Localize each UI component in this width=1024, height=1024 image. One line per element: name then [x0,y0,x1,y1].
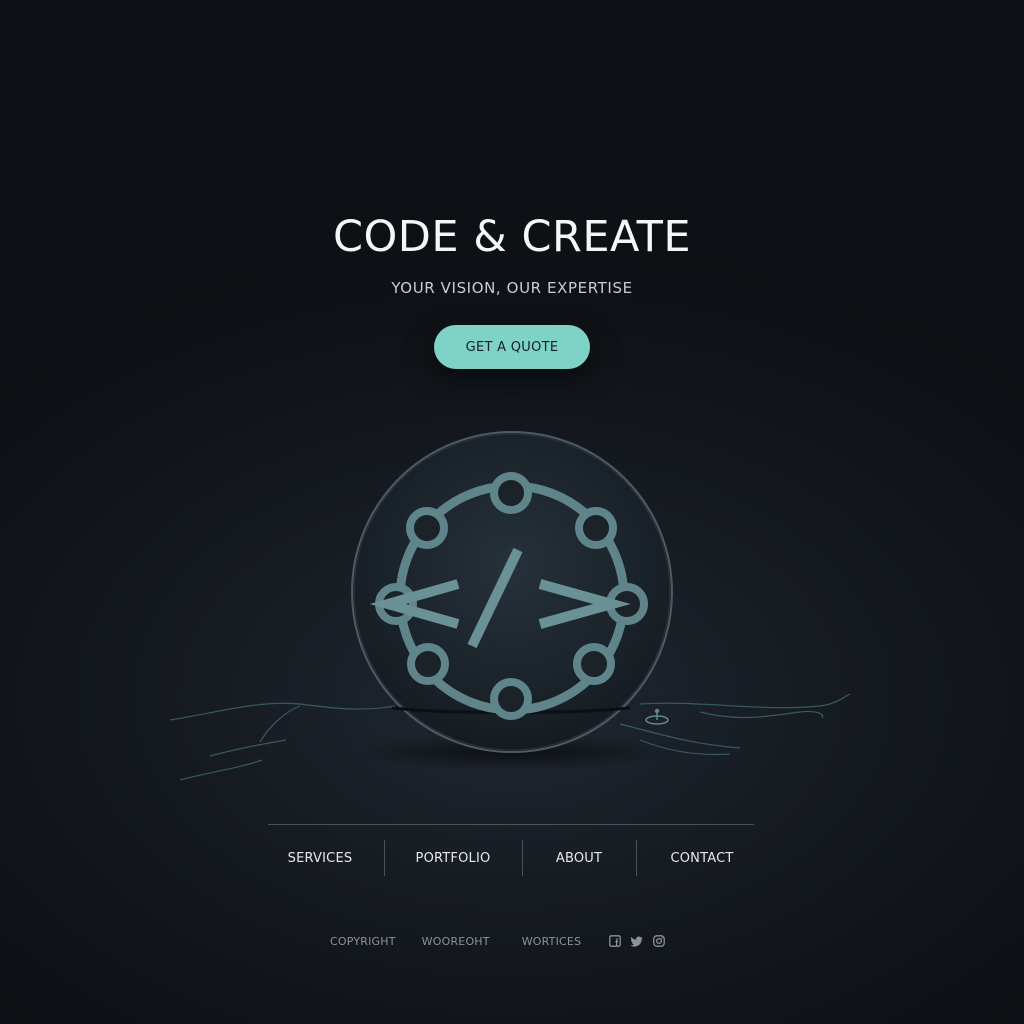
copyright-text: COPYRIGHT [330,934,396,948]
nav-divider [383,840,385,876]
nav-about[interactable]: ABOUT [524,851,634,866]
nav-divider [521,840,523,876]
footer-bottom: COPYRIGHT WOOREOHT WORTICES [330,933,675,949]
footer-link[interactable]: WOOREOHT [422,935,490,948]
hero-subtitle: YOUR VISION, OUR EXPERTISE [391,279,633,297]
hero-illustration [0,420,1024,800]
facebook-icon[interactable] [609,935,622,947]
footer-divider [268,824,754,825]
get-quote-button[interactable]: GET A QUOTE [434,325,590,369]
instagram-icon[interactable] [653,935,666,947]
footer-link[interactable]: WORTICES [522,935,582,948]
nav-services[interactable]: SERVICES [258,851,382,866]
code-network-icon [169,431,851,781]
footer-nav: SERVICES PORTFOLIO ABOUT CONTACT [258,840,766,876]
nav-contact[interactable]: CONTACT [638,851,766,866]
nav-divider [635,840,637,876]
twitter-icon[interactable] [631,936,643,947]
nav-portfolio[interactable]: PORTFOLIO [386,851,520,866]
hero-title: CODE & CREATE [332,212,692,262]
